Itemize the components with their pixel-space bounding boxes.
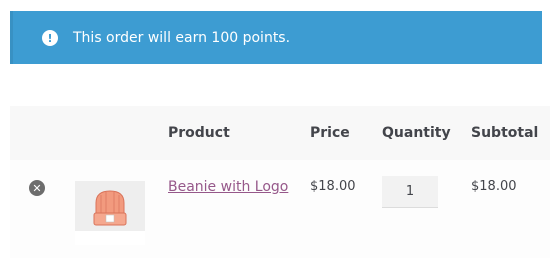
quantity-input[interactable] [382,176,438,208]
cart-table-header [10,106,550,160]
points-notice-text: This order will earn 100 points. [73,30,291,46]
points-notice: ! This order will earn 100 points. [10,11,542,64]
beanie-image [75,181,145,245]
product-name-link[interactable]: Beanie with Logo [168,178,288,196]
remove-item-icon[interactable]: ✕ [29,180,45,196]
product-price: $18.00 [310,179,356,194]
product-thumbnail[interactable] [75,181,145,245]
product-subtotal: $18.00 [471,179,517,194]
header-quantity: Quantity [382,125,451,141]
header-product: Product [168,125,230,141]
header-subtotal: Subtotal [471,125,539,141]
exclamation-circle-icon: ! [42,30,58,46]
header-price: Price [310,125,350,141]
